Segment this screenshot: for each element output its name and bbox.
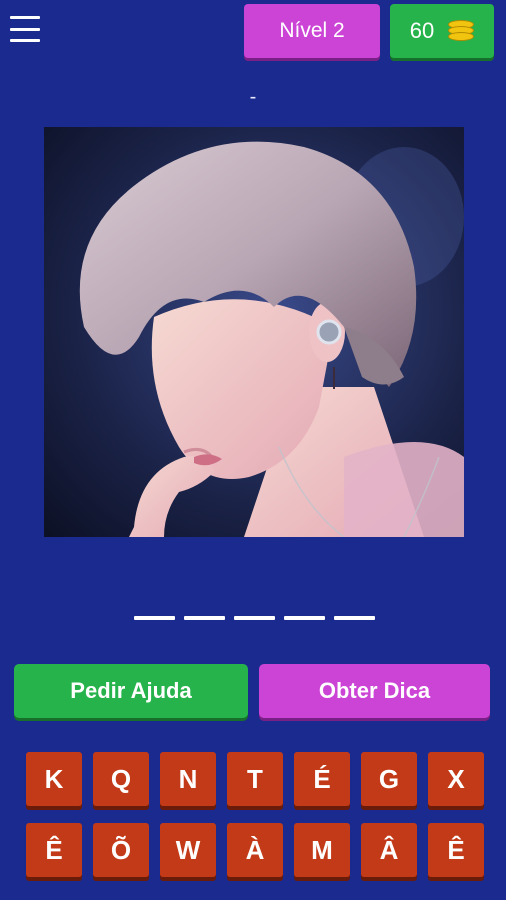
coins-count: 60 bbox=[409, 18, 435, 43]
coins-badge[interactable]: 60 bbox=[390, 4, 494, 58]
letter-key[interactable]: Â bbox=[361, 823, 417, 877]
get-hint-button[interactable]: Obter Dica bbox=[259, 664, 490, 718]
letter-key[interactable]: M bbox=[294, 823, 350, 877]
answer-slots bbox=[134, 616, 375, 620]
letter-key[interactable]: É bbox=[294, 752, 350, 806]
letter-key[interactable]: T bbox=[227, 752, 283, 806]
letter-keyboard: K Q N T É G X Ê Õ W À M Â Ê bbox=[26, 752, 484, 877]
level-badge: Nível 2 bbox=[244, 4, 380, 58]
letter-key[interactable]: K bbox=[26, 752, 82, 806]
letter-key[interactable]: W bbox=[160, 823, 216, 877]
answer-slot[interactable] bbox=[184, 616, 225, 620]
hamburger-menu-icon[interactable] bbox=[10, 16, 40, 42]
letter-key[interactable]: À bbox=[227, 823, 283, 877]
coin-stack-icon bbox=[448, 20, 475, 42]
level-label: Nível 2 bbox=[279, 19, 345, 42]
letter-key[interactable]: Õ bbox=[93, 823, 149, 877]
letter-key[interactable]: Ê bbox=[428, 823, 484, 877]
letter-key[interactable]: G bbox=[361, 752, 417, 806]
letter-key[interactable]: Ê bbox=[26, 823, 82, 877]
revealed-hint: - bbox=[249, 86, 257, 108]
answer-slot[interactable] bbox=[234, 616, 275, 620]
question-photo bbox=[44, 127, 464, 537]
answer-slot[interactable] bbox=[284, 616, 325, 620]
ask-help-button[interactable]: Pedir Ajuda bbox=[14, 664, 248, 718]
letter-key[interactable]: N bbox=[160, 752, 216, 806]
answer-slot[interactable] bbox=[134, 616, 175, 620]
letter-key[interactable]: Q bbox=[93, 752, 149, 806]
letter-key[interactable]: X bbox=[428, 752, 484, 806]
answer-slot[interactable] bbox=[334, 616, 375, 620]
